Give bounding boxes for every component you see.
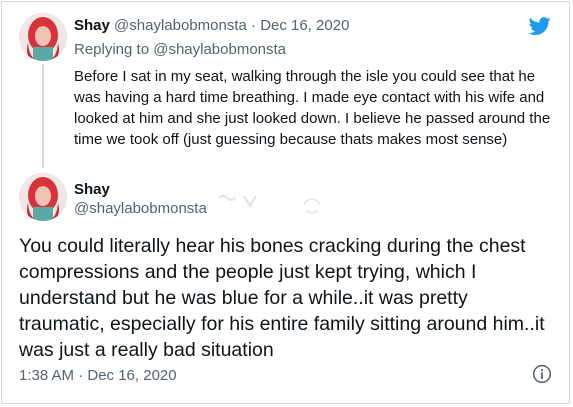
- separator-dot: ·: [251, 17, 257, 34]
- avatar[interactable]: [19, 13, 67, 61]
- main-tweet-text: You could literally hear his bones crack…: [19, 235, 545, 361]
- info-icon[interactable]: [532, 364, 552, 384]
- user-handle[interactable]: @shaylabobmonsta: [74, 200, 207, 217]
- replying-to-line: Replying to @shaylabobmonsta: [74, 41, 286, 58]
- mention-link[interactable]: @shaylabobmonsta: [153, 41, 286, 58]
- display-name[interactable]: Shay: [74, 181, 110, 198]
- avatar[interactable]: [19, 173, 67, 221]
- replying-to-label: Replying to: [74, 41, 150, 58]
- watermark-logo: [218, 195, 321, 214]
- reply-tweet-text: Before I sat in my seat, walking through…: [74, 68, 551, 148]
- thread-line: [42, 64, 44, 168]
- display-name[interactable]: Shay: [74, 17, 110, 34]
- user-handle[interactable]: @shaylabobmonsta: [114, 17, 247, 34]
- reply-header: Shay @shaylabobmonsta · Dec 16, 2020: [74, 17, 349, 34]
- twitter-bird-icon[interactable]: [528, 15, 552, 37]
- tweet-date-link[interactable]: Dec 16, 2020: [260, 17, 349, 34]
- tweet-timestamp-link[interactable]: 1:38 AM · Dec 16, 2020: [19, 367, 177, 384]
